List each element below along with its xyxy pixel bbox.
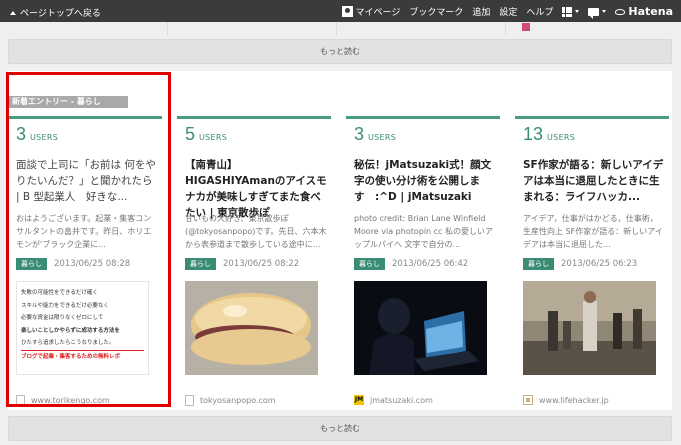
users-count[interactable]: 5 USERS	[185, 124, 227, 145]
nav-settings[interactable]: 設定	[499, 5, 517, 18]
lifehacker-favicon-icon	[523, 395, 533, 405]
top-bar: ページトップへ戻る マイページ ブックマーク 追加 設定 ヘルプ Hatena	[0, 0, 681, 22]
read-more-button[interactable]: もっと読む	[8, 39, 672, 64]
food-photo	[185, 281, 318, 375]
category-tag[interactable]: 暮らし	[185, 258, 216, 270]
chevron-down-icon	[575, 10, 580, 13]
user-icon	[341, 6, 353, 17]
apps-menu-button[interactable]	[562, 6, 580, 17]
entry-source[interactable]: www.lifehacker.jp	[523, 395, 609, 405]
people-photo	[523, 281, 656, 375]
jm-favicon-icon: JM	[354, 395, 364, 405]
nav-add-label: 追加	[472, 8, 491, 18]
read-more-button[interactable]: もっと読む	[8, 416, 672, 441]
users-count[interactable]: 3 USERS	[354, 124, 396, 145]
entry-thumbnail[interactable]	[354, 281, 487, 375]
entry-thumbnail[interactable]	[185, 281, 318, 375]
category-tag[interactable]: 暮らし	[523, 258, 554, 270]
entry-meta: 暮らし 2013/06/25 06:23	[523, 258, 637, 270]
laptop-photo	[354, 281, 487, 375]
divider	[167, 22, 168, 36]
entry-meta: 暮らし 2013/06/25 08:22	[185, 258, 299, 270]
nav-help-label: ヘルプ	[526, 8, 554, 18]
speech-bubble-icon	[588, 7, 600, 19]
nav-help[interactable]: ヘルプ	[526, 5, 553, 18]
entry-title[interactable]: 秘伝！jMatsuzaki式！顔文字の使い分け術を公開します :^D | jMa…	[354, 157, 496, 205]
users-label: USERS	[199, 133, 228, 142]
source-domain: tokyosanpopo.com	[200, 396, 276, 405]
hatena-logo[interactable]: Hatena	[615, 5, 673, 18]
users-label: USERS	[547, 133, 576, 142]
top-nav: マイページ ブックマーク 追加 設定 ヘルプ Hatena	[341, 5, 673, 19]
notifications-button[interactable]	[588, 7, 607, 19]
nav-bookmark[interactable]: ブックマーク	[409, 5, 463, 18]
favicon	[522, 23, 530, 31]
nav-settings-label: 設定	[499, 8, 518, 18]
entry-thumbnail[interactable]	[523, 281, 656, 375]
hatena-mark-icon	[615, 8, 626, 15]
entry-source[interactable]: JM jmatsuzaki.com	[354, 395, 433, 405]
back-to-top-link[interactable]: ページトップへ戻る	[10, 6, 101, 19]
entry-date: 2013/06/25 06:23	[561, 259, 638, 269]
page-icon	[185, 395, 194, 406]
source-domain: www.lifehacker.jp	[539, 395, 609, 405]
category-tag[interactable]: 暮らし	[354, 258, 385, 270]
users-number: 13	[523, 124, 544, 144]
entry-meta: 暮らし 2013/06/25 06:42	[354, 258, 468, 270]
entry-card: 13 USERS SF作家が語る：新しいアイデアは本当に退屈したときに生まれる：…	[515, 116, 669, 408]
entry-summary: photo credit: Brian Lane Winfield Moore …	[354, 214, 493, 249]
divider	[505, 22, 506, 36]
source-domain: jmatsuzaki.com	[370, 395, 433, 405]
brand-label: Hatena	[628, 5, 673, 18]
entry-source[interactable]: tokyosanpopo.com	[185, 395, 276, 406]
entry-date: 2013/06/25 08:22	[223, 259, 300, 269]
chevron-down-icon	[602, 10, 607, 13]
entry-summary: アイデア，仕事がはかどる，仕事術，生産性向上 SF作家が語る：新しいアイデアは本…	[523, 214, 663, 249]
users-number: 3	[354, 124, 365, 144]
entry-card: 3 USERS 秘伝！jMatsuzaki式！顔文字の使い分け術を公開します :…	[346, 116, 500, 408]
entry-card: 5 USERS 【南青山】HIGASHIYAmanのアイスモナカが美味しすぎてま…	[177, 116, 331, 408]
grid-icon	[562, 6, 573, 17]
nav-mypage[interactable]: マイページ	[341, 5, 401, 18]
users-count[interactable]: 13 USERS	[523, 124, 575, 145]
entry-date: 2013/06/25 06:42	[392, 259, 469, 269]
nav-add[interactable]: 追加	[472, 5, 490, 18]
highlight-box	[6, 72, 171, 407]
divider	[336, 22, 337, 36]
users-number: 5	[185, 124, 196, 144]
nav-bookmark-label: ブックマーク	[409, 8, 464, 18]
nav-mypage-label: マイページ	[355, 8, 401, 18]
entry-title[interactable]: SF作家が語る：新しいアイデアは本当に退屈したときに生まれる：ライフハッカ...	[523, 157, 665, 205]
arrow-up-icon	[10, 10, 16, 15]
back-to-top-label: ページトップへ戻る	[20, 9, 101, 19]
users-label: USERS	[368, 133, 397, 142]
entry-summary: 甘いもの大好き、東京散歩ぽ(@tokyosanpopo)です。先日、六本木から表…	[185, 214, 327, 249]
